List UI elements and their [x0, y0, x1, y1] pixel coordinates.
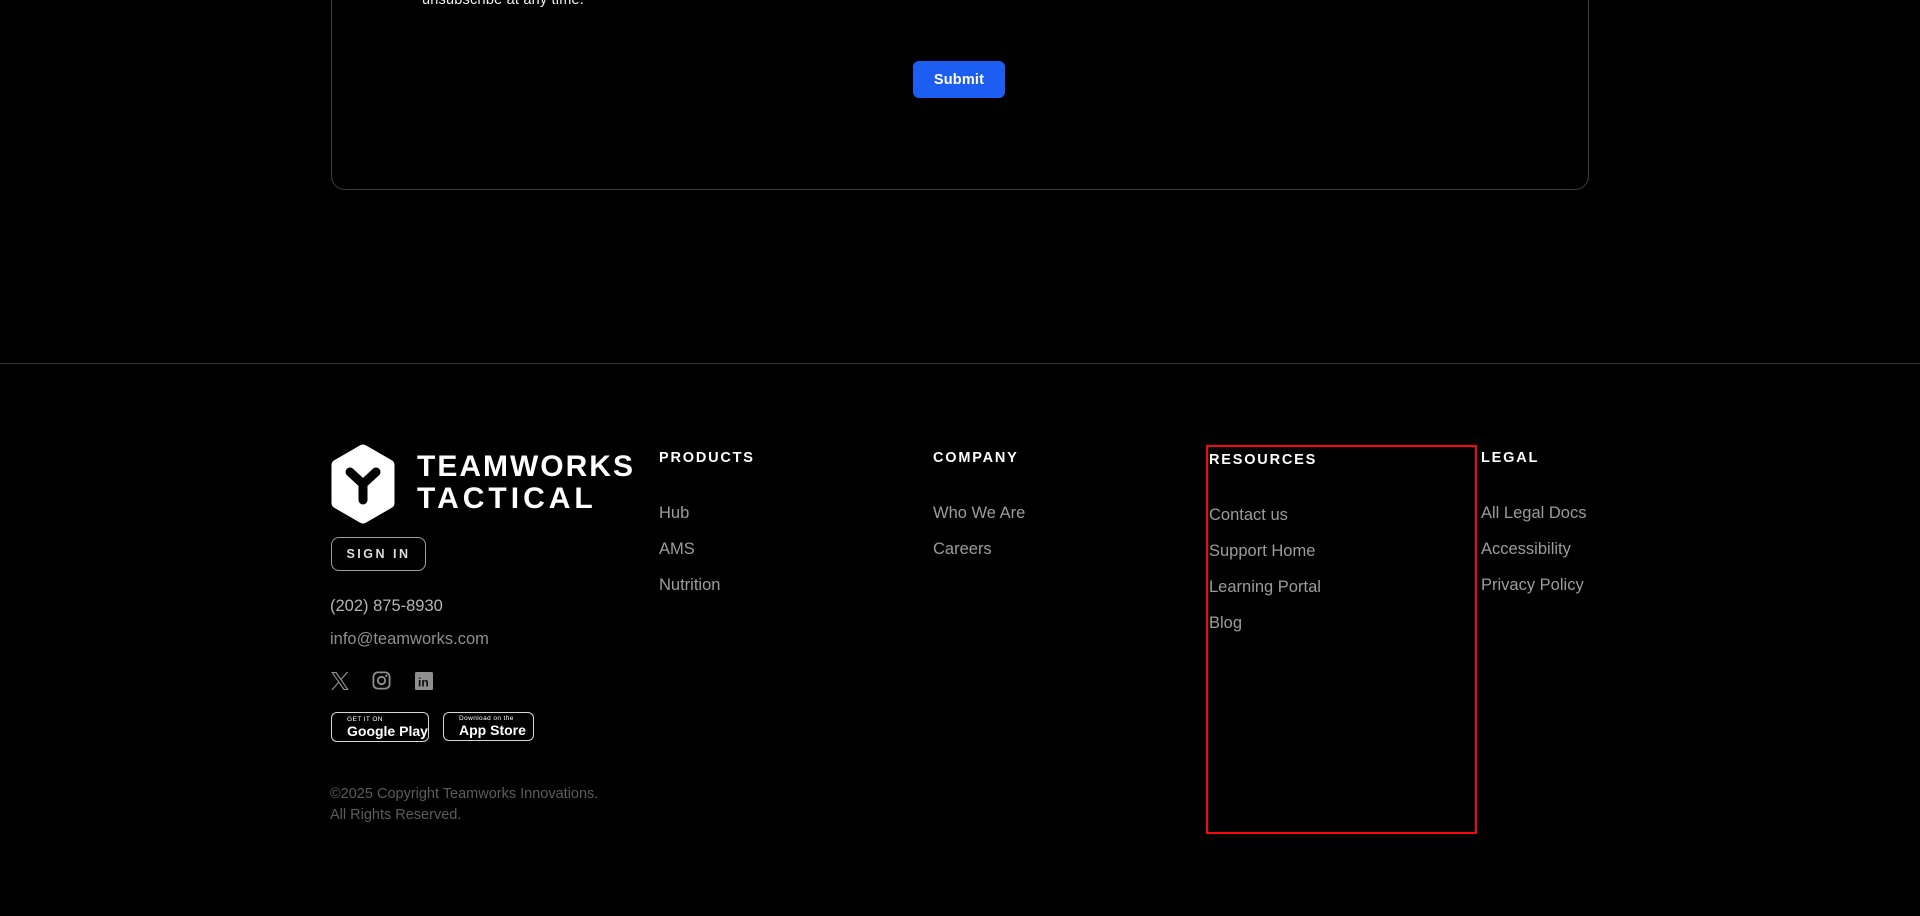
brand-logo[interactable]: TEAMWORKS TACTICAL [330, 444, 633, 524]
submit-button[interactable]: Submit [913, 61, 1005, 98]
copyright-line1: ©2025 Copyright Teamworks Innovations. [330, 786, 599, 802]
legal-links: All Legal Docs Accessibility Privacy Pol… [1481, 505, 1586, 594]
instagram-social-link[interactable] [372, 671, 391, 690]
social-links-row: in [330, 671, 433, 690]
products-links: Hub AMS Nutrition [659, 505, 755, 594]
link-hub[interactable]: Hub [659, 505, 755, 522]
copyright-text: ©2025 Copyright Teamworks Innovations. A… [330, 784, 598, 826]
link-contact-us[interactable]: Contact us [1209, 507, 1321, 524]
link-learning-portal[interactable]: Learning Portal [1209, 579, 1321, 596]
x-social-link[interactable] [330, 671, 349, 690]
legal-heading: LEGAL [1481, 450, 1540, 466]
company-heading: COMPANY [933, 450, 1019, 466]
google-play-badge[interactable]: GET IT ON Google Play [331, 712, 429, 742]
sign-in-button[interactable]: SIGN IN [331, 537, 426, 571]
link-nutrition[interactable]: Nutrition [659, 577, 755, 594]
products-heading: PRODUCTS [659, 450, 755, 466]
app-store-badge-text: Download on the App Store [459, 715, 526, 738]
resources-links: Contact us Support Home Learning Portal … [1209, 507, 1321, 632]
link-careers[interactable]: Careers [933, 541, 1025, 558]
footer-column-products: PRODUCTS Hub AMS Nutrition [659, 450, 755, 594]
svg-text:in: in [418, 675, 429, 689]
app-store-name: App Store [459, 722, 526, 738]
instagram-icon [372, 671, 391, 690]
app-store-badge[interactable]: Download on the App Store [443, 712, 534, 741]
resources-heading: RESOURCES [1209, 452, 1318, 468]
footer-column-legal: LEGAL All Legal Docs Accessibility Priva… [1481, 450, 1586, 594]
footer-column-resources: RESOURCES Contact us Support Home Learni… [1209, 452, 1321, 632]
link-all-legal-docs[interactable]: All Legal Docs [1481, 505, 1586, 522]
brand-wordmark: TEAMWORKS TACTICAL [417, 451, 635, 515]
x-icon [330, 671, 349, 690]
google-play-badge-text: GET IT ON Google Play [347, 716, 428, 739]
link-blog[interactable]: Blog [1209, 615, 1321, 632]
newsletter-disclaimer-fragment: unsubscribe at any time. [422, 0, 584, 8]
google-play-name: Google Play [347, 722, 428, 739]
store-badges-row: GET IT ON Google Play Download on the Ap… [331, 712, 534, 742]
footer-column-company: COMPANY Who We Are Careers [933, 450, 1025, 558]
linkedin-social-link[interactable]: in [414, 671, 433, 690]
footer-divider [0, 363, 1920, 364]
brand-wordmark-line1: TEAMWORKS [417, 450, 635, 483]
page: unsubscribe at any time. Submit TEAMWORK… [0, 0, 1920, 916]
linkedin-icon: in [414, 671, 433, 690]
link-privacy-policy[interactable]: Privacy Policy [1481, 577, 1586, 594]
copyright-line2: All Rights Reserved. [330, 807, 462, 823]
company-links: Who We Are Careers [933, 505, 1025, 558]
link-who-we-are[interactable]: Who We Are [933, 505, 1025, 522]
teamworks-hexagon-icon [331, 444, 395, 524]
phone-link[interactable]: (202) 875-8930 [330, 597, 443, 616]
email-link[interactable]: info@teamworks.com [330, 630, 489, 649]
link-support-home[interactable]: Support Home [1209, 543, 1321, 560]
link-ams[interactable]: AMS [659, 541, 755, 558]
link-accessibility[interactable]: Accessibility [1481, 541, 1586, 558]
brand-wordmark-line2: TACTICAL [417, 482, 597, 515]
